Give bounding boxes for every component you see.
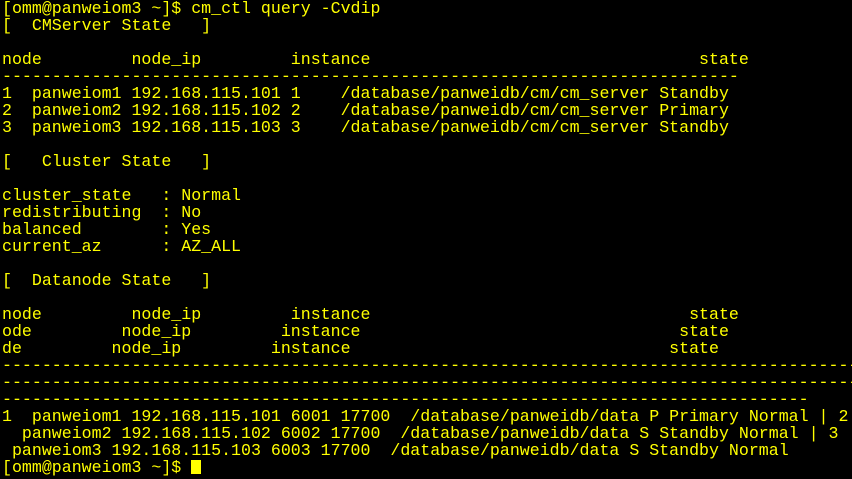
cluster-section-title: [ Cluster State ] xyxy=(2,152,212,171)
cmserver-row: 3 panweiom3 192.168.115.103 3 /database/… xyxy=(2,118,729,137)
text-cursor xyxy=(191,460,202,474)
cmserver-row: 2 panweiom2 192.168.115.102 2 /database/… xyxy=(2,101,729,120)
balanced-row: balanced : Yes xyxy=(2,220,212,239)
datanode-table-header: node node_ip instance state | n xyxy=(2,305,852,324)
cluster-state-row: cluster_state : Normal xyxy=(2,186,241,205)
prompt-text: [omm@panweiom3 ~]$ xyxy=(2,458,192,477)
datanode-table-header: de node_ip instance state xyxy=(2,339,719,358)
table-divider: ----------------------------------------… xyxy=(2,356,852,375)
datanode-table-header: ode node_ip instance state | no xyxy=(2,322,852,341)
cmserver-row: 1 panweiom1 192.168.115.101 1 /database/… xyxy=(2,84,729,103)
cmserver-table-header: node node_ip instance state xyxy=(2,50,749,69)
datanode-row: panweiom3 192.168.115.103 6003 17700 /da… xyxy=(2,441,789,460)
redistributing-row: redistributing : No xyxy=(2,203,202,222)
table-divider: ----------------------------------------… xyxy=(2,373,852,392)
shell-prompt[interactable]: [omm@panweiom3 ~]$ xyxy=(2,458,202,477)
cmserver-section-title: [ CMServer State ] xyxy=(2,16,212,35)
command-line: [omm@panweiom3 ~]$ cm_ctl query -Cvdip xyxy=(2,0,381,18)
datanode-section-title: [ Datanode State ] xyxy=(2,271,212,290)
datanode-row: panweiom2 192.168.115.102 6002 17700 /da… xyxy=(2,424,839,443)
table-divider: ----------------------------------------… xyxy=(2,67,739,86)
terminal-window[interactable]: [omm@panweiom3 ~]$ cm_ctl query -Cvdip [… xyxy=(0,0,852,479)
datanode-row: 1 panweiom1 192.168.115.101 6001 17700 /… xyxy=(2,407,849,426)
table-divider: ----------------------------------------… xyxy=(2,390,809,409)
current-az-row: current_az : AZ_ALL xyxy=(2,237,241,256)
